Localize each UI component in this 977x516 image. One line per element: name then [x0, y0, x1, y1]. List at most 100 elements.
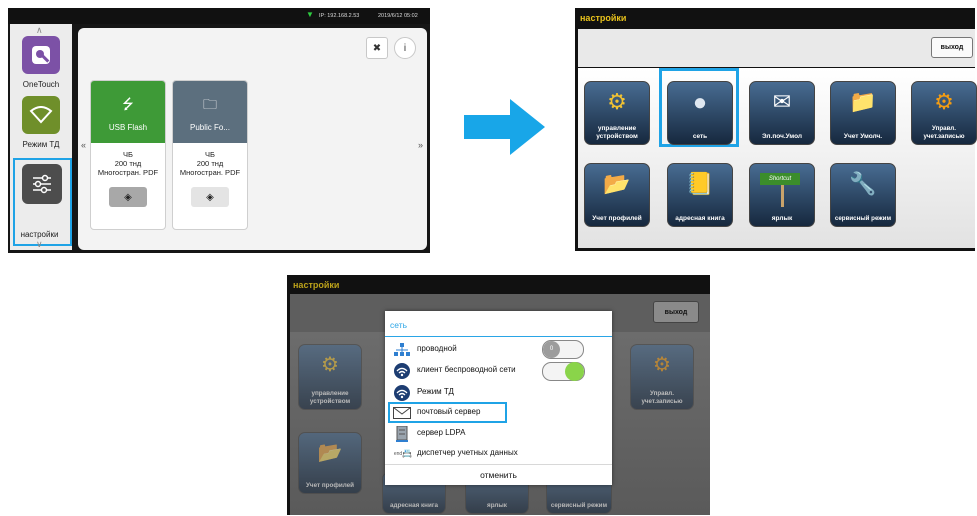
id-card-icon: 📇 [402, 449, 413, 458]
device-management-tile: ⚙ управление устройством [298, 344, 362, 410]
resolution: 200 тнд [196, 159, 224, 168]
credential-prefix: end [393, 450, 403, 457]
user-gear-icon: ⚙ [653, 354, 671, 376]
toolbar-panel: выход [578, 29, 975, 67]
tile-label: Учет профилей [592, 215, 642, 222]
settings-screen: настройки выход ⚙ управление устройством… [575, 8, 977, 251]
tile-label: адресная книга [390, 502, 438, 509]
left-function-bar: ∧ OneTouch Режим ТД настройки ∨ [10, 24, 72, 250]
settings-label: настройки [20, 230, 59, 239]
tile-label: ярлык [487, 502, 507, 509]
signpost-icon [781, 185, 784, 207]
file-format: Многостран. PDF [97, 168, 159, 177]
service-mode-tile[interactable]: 🔧 сервисный режим [830, 163, 896, 227]
menu-item-wired[interactable]: проводной 0 [385, 340, 612, 359]
resolution: 200 тнд [114, 159, 142, 168]
onetouch-label: OneTouch [22, 80, 60, 89]
account-management-tile: ⚙ Управл. учет.записью [630, 344, 694, 410]
destination-card-public-folder[interactable]: 🗀 Public Fo... ЧБ 200 тнд Многостран. PD… [172, 80, 248, 230]
wired-toggle[interactable]: 0 [542, 340, 584, 359]
tile-label: управление устройством [309, 390, 351, 405]
sliders-icon [22, 164, 62, 204]
menu-item-label: сервер LDPA [417, 428, 466, 437]
scroll-up-icon[interactable]: ∧ [36, 26, 43, 35]
start-button[interactable]: ◈ [191, 187, 229, 207]
start-icon: ◈ [206, 191, 214, 203]
onetouch-icon [22, 36, 60, 74]
shortcut-tile[interactable]: Shortcut ярлык [749, 163, 815, 227]
toggle-knob [565, 362, 584, 381]
prev-page-button[interactable]: « [81, 140, 86, 150]
function-settings[interactable]: настройки [13, 158, 72, 246]
wifi-ap-icon [391, 384, 413, 401]
menu-item-ap-mode[interactable]: Режим ТД [385, 383, 612, 402]
menu-item-ldap-server[interactable]: сервер LDPA [385, 424, 612, 443]
tile-label: Учет Умолч. [843, 133, 883, 140]
tile-label: сервисный режим [550, 502, 608, 509]
usb-icon: ⭍ [122, 96, 134, 112]
default-account-tile[interactable]: 📁 Учет Умолч. [830, 81, 896, 145]
screen-title: настройки [580, 13, 627, 23]
address-book-icon: 📒 [686, 171, 714, 196]
wireless-client-toggle[interactable] [542, 362, 585, 381]
tile-label: Учет профилей [306, 482, 354, 489]
address-book-tile[interactable]: 📒 адресная книга [667, 163, 733, 227]
service-icon: 🔧 [849, 171, 877, 196]
tile-label: Управл. учет.записью [641, 390, 683, 405]
destination-card-usb[interactable]: ⭍ USB Flash ЧБ 200 тнд Многостран. PDF ◈ [90, 80, 166, 230]
tile-label: Эл.поч.Умол [761, 133, 803, 140]
wireless-icon [22, 96, 60, 134]
gear-icon: ⚙ [321, 354, 339, 376]
toggle-knob: 0 [543, 341, 560, 358]
wired-network-icon [391, 342, 413, 357]
datetime: 2019/6/12 05:02 [378, 13, 418, 19]
wifi-icon: ▼ [306, 10, 314, 19]
settings-grid: ⚙ управление устройством ● сеть ✉ Эл.поч… [578, 68, 977, 248]
start-button[interactable]: ◈ [109, 187, 147, 207]
collapse-icon[interactable]: ✖ [366, 37, 388, 59]
dialog-header [385, 311, 612, 337]
tile-label: сервисный режим [834, 215, 892, 222]
cancel-button[interactable]: отменить [385, 466, 612, 484]
profile-folder-icon: 📂 [603, 171, 631, 196]
network-tile[interactable]: ● сеть [667, 81, 733, 145]
device-management-tile[interactable]: ⚙ управление устройством [584, 81, 650, 145]
gear-icon: ⚙ [607, 89, 627, 114]
tile-label: Управл. учет.записью [923, 125, 965, 140]
profile-accounts-tile: 📂 Учет профилей [298, 432, 362, 494]
card-header: 🗀 Public Fo... [173, 81, 247, 143]
card-name: USB Flash [108, 123, 148, 132]
menu-item-mail-server[interactable]: почтовый сервер [385, 403, 612, 422]
menu-item-wireless-client[interactable]: клиент беспроводной сети [385, 361, 612, 381]
exit-button[interactable]: выход [653, 301, 699, 323]
account-management-tile[interactable]: ⚙ Управл. учет.записью [911, 81, 977, 145]
card-header: ⭍ USB Flash [91, 81, 165, 143]
destination-panel: ✖ i « » ⭍ USB Flash ЧБ 200 тнд Многостра… [78, 28, 427, 250]
profile-folder-icon: 📂 [317, 442, 343, 464]
flow-arrow-icon [464, 99, 545, 155]
menu-item-label: диспетчер учетных данных [417, 448, 518, 457]
shortcut-sign-icon: Shortcut [760, 173, 800, 185]
wifi-icon [391, 362, 413, 379]
envelope-icon: ✉ [772, 89, 792, 114]
tile-label: сеть [692, 133, 708, 140]
profile-accounts-tile[interactable]: 📂 Учет профилей [584, 163, 650, 227]
menu-item-credential-manager[interactable]: end 📇 диспетчер учетных данных [385, 444, 612, 463]
status-bar: ▼ IP: 192.168.2.53 2019/6/12 05:02 [8, 8, 430, 24]
function-ap-mode[interactable]: Режим ТД [10, 96, 72, 166]
file-format: Многостран. PDF [179, 168, 241, 177]
default-email-tile[interactable]: ✉ Эл.поч.Умол [749, 81, 815, 145]
network-dialog: сеть проводной 0 клиент беспроводной сет… [385, 311, 612, 485]
divider [385, 464, 612, 465]
credential-icon: end 📇 [391, 446, 415, 461]
envelope-icon [391, 405, 413, 420]
next-page-button[interactable]: » [418, 140, 423, 150]
exit-button[interactable]: выход [931, 37, 973, 58]
menu-item-label: клиент беспроводной сети [417, 365, 516, 374]
info-icon[interactable]: i [394, 37, 416, 59]
color-mode: ЧБ [205, 150, 215, 159]
card-name: Public Fo... [189, 123, 230, 132]
scroll-down-icon[interactable]: ∨ [36, 240, 43, 249]
tile-label: ярлык [771, 215, 793, 222]
screen-title: настройки [293, 280, 340, 290]
